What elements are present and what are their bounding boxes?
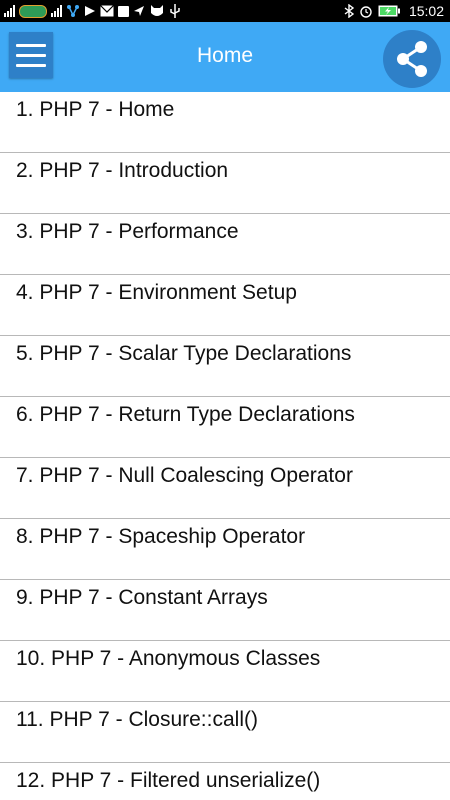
list-item[interactable]: 5. PHP 7 - Scalar Type Declarations — [0, 336, 450, 397]
list-item[interactable]: 1. PHP 7 - Home — [0, 92, 450, 153]
send-icon — [134, 6, 144, 16]
list-item[interactable]: 11. PHP 7 - Closure::call() — [0, 702, 450, 763]
status-left-icons — [4, 3, 181, 19]
share-icon — [397, 41, 427, 77]
carrier-logo-icon — [19, 4, 47, 18]
list-item-label: 4. PHP 7 - Environment Setup — [16, 281, 297, 304]
list-item[interactable]: 8. PHP 7 - Spaceship Operator — [0, 519, 450, 580]
list-item-label: 8. PHP 7 - Spaceship Operator — [16, 525, 306, 548]
signal-strength-icon — [4, 5, 15, 17]
list-item-label: 1. PHP 7 - Home — [16, 98, 175, 121]
status-bar: 15:02 — [0, 0, 450, 22]
list-item[interactable]: 12. PHP 7 - Filtered unserialize() — [0, 763, 450, 800]
list-item[interactable]: 6. PHP 7 - Return Type Declarations — [0, 397, 450, 458]
alarm-icon — [360, 6, 372, 18]
cat-icon — [151, 5, 163, 16]
app-bar: Home — [0, 22, 450, 92]
list-item-label: 12. PHP 7 - Filtered unserialize() — [16, 769, 321, 792]
usb-icon — [170, 4, 180, 18]
list-item-label: 2. PHP 7 - Introduction — [16, 159, 229, 182]
facebook-icon — [118, 5, 129, 17]
list-item[interactable]: 7. PHP 7 - Null Coalescing Operator — [0, 458, 450, 519]
list-item-label: 3. PHP 7 - Performance — [16, 220, 239, 243]
list-item-label: 11. PHP 7 - Closure::call() — [16, 708, 258, 731]
list-item[interactable]: 3. PHP 7 - Performance — [0, 214, 450, 275]
network-icon — [67, 5, 79, 17]
signal-strength-2-icon — [51, 5, 62, 17]
list-item[interactable]: 9. PHP 7 - Constant Arrays — [0, 580, 450, 641]
mail-icon — [100, 5, 114, 17]
clock-time: 15:02 — [408, 3, 444, 19]
list-item[interactable]: 10. PHP 7 - Anonymous Classes — [0, 641, 450, 702]
list-item-label: 9. PHP 7 - Constant Arrays — [16, 586, 268, 609]
list-item-label: 6. PHP 7 - Return Type Declarations — [16, 403, 355, 426]
play-icon — [85, 6, 95, 16]
chapter-list: 1. PHP 7 - Home 2. PHP 7 - Introduction … — [0, 92, 450, 800]
list-item-label: 5. PHP 7 - Scalar Type Declarations — [16, 342, 352, 365]
list-item[interactable]: 2. PHP 7 - Introduction — [0, 153, 450, 214]
status-right-icons: 15:02 — [344, 2, 444, 20]
list-item[interactable]: 4. PHP 7 - Environment Setup — [0, 275, 450, 336]
bluetooth-icon — [344, 4, 354, 18]
battery-charging-icon — [378, 5, 400, 17]
share-button[interactable] — [383, 30, 441, 88]
list-item-label: 10. PHP 7 - Anonymous Classes — [16, 647, 321, 670]
list-item-label: 7. PHP 7 - Null Coalescing Operator — [16, 464, 353, 487]
